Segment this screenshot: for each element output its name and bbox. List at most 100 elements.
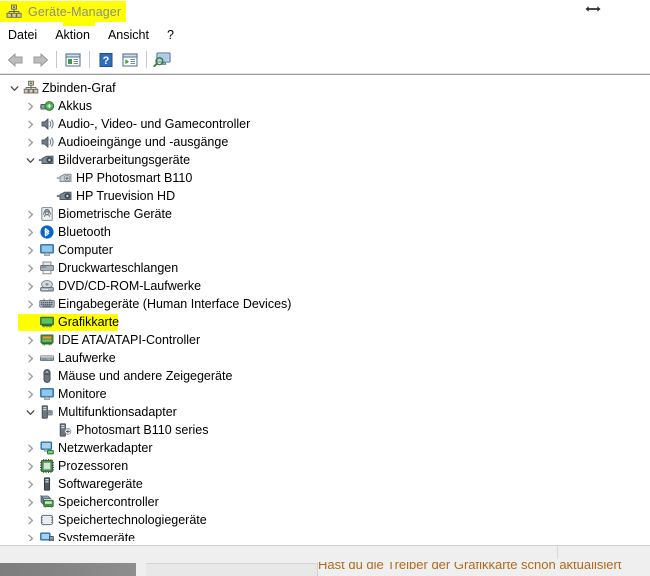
tree-row-monitors[interactable]: Monitore	[0, 385, 650, 403]
menu-help[interactable]: ?	[167, 28, 183, 42]
horizontal-resize-cursor	[584, 1, 602, 17]
ide-controller-icon	[38, 332, 55, 348]
forward-arrow-icon[interactable]	[28, 48, 52, 72]
tree-label: Eingabegeräte (Human Interface Devices)	[58, 297, 292, 311]
display-adapter-icon	[38, 314, 55, 330]
tree-label: Photosmart B110 series	[76, 423, 209, 437]
tree-label: Akkus	[58, 99, 93, 113]
camera-device-icon	[56, 170, 73, 186]
chevron-right-icon[interactable]	[22, 241, 38, 259]
chevron-right-icon[interactable]	[22, 529, 38, 541]
multifunction-device-icon	[56, 422, 73, 438]
chevron-right-icon[interactable]	[22, 475, 38, 493]
menu-ansicht[interactable]: Ansicht	[108, 28, 158, 42]
tree-row-network-adapters[interactable]: Netzwerkadapter	[0, 439, 650, 457]
tree-row-hid-devices[interactable]: Eingabegeräte (Human Interface Devices)	[0, 295, 650, 313]
disk-drive-icon	[38, 350, 55, 366]
tree-row-storage-tech-devices[interactable]: Speichertechnologiegeräte	[0, 511, 650, 529]
svg-text:?: ?	[103, 55, 110, 67]
tree-row-audio-in-out[interactable]: Audioeingänge und -ausgänge	[0, 133, 650, 151]
chevron-right-icon[interactable]	[22, 385, 38, 403]
chevron-right-icon[interactable]	[22, 259, 38, 277]
printer-icon	[38, 260, 55, 276]
chevron-right-icon[interactable]	[22, 295, 38, 313]
tree-row-hp-truevision-hd[interactable]: HP Truevision HD	[0, 187, 650, 205]
tree-label: Grafikkarte	[58, 315, 120, 329]
tree-label: Netzwerkadapter	[58, 441, 153, 455]
camera-icon	[56, 188, 73, 204]
chevron-right-icon[interactable]	[22, 511, 38, 529]
multifunction-icon	[38, 404, 55, 420]
chevron-right-icon[interactable]	[22, 277, 38, 295]
tree-row-multifunction-adapters[interactable]: Multifunktionsadapter	[0, 403, 650, 421]
tree-label: Speichercontroller	[58, 495, 159, 509]
tree-label: Audio-, Video- und Gamecontroller	[58, 117, 251, 131]
chevron-down-icon[interactable]	[6, 79, 22, 97]
processor-icon	[38, 458, 55, 474]
tree-row-akkus[interactable]: Akkus	[0, 97, 650, 115]
bottom-vertical-divider	[557, 545, 558, 559]
tree-label: HP Photosmart B110	[76, 171, 193, 185]
tree-row-computer[interactable]: Computer	[0, 241, 650, 259]
tree-row-bluetooth[interactable]: Bluetooth	[0, 223, 650, 241]
mouse-icon	[38, 368, 55, 384]
tree-row-disk-drives[interactable]: Laufwerke	[0, 349, 650, 367]
tree-row-software-devices[interactable]: Softwaregeräte	[0, 475, 650, 493]
tree-label: Druckwarteschlangen	[58, 261, 179, 275]
tree-label: IDE ATA/ATAPI-Controller	[58, 333, 201, 347]
chevron-right-icon[interactable]	[22, 331, 38, 349]
tree-label: Monitore	[58, 387, 107, 401]
tree-row-imaging-devices[interactable]: Bildverarbeitungsgeräte	[0, 151, 650, 169]
chevron-right-icon[interactable]	[22, 493, 38, 511]
tree-label: Bildverarbeitungsgeräte	[58, 153, 191, 167]
tree-label: Audioeingänge und -ausgänge	[58, 135, 229, 149]
storage-controller-icon	[38, 494, 55, 510]
tree-row-grafikkarte[interactable]: Grafikkarte	[0, 313, 650, 331]
scan-hardware-icon[interactable]	[151, 48, 175, 72]
fingerprint-icon	[38, 206, 55, 222]
menubar: Datei Aktion Ansicht ?	[0, 22, 650, 46]
menu-datei[interactable]: Datei	[8, 28, 46, 42]
menu-aktion[interactable]: Aktion	[55, 28, 99, 42]
software-device-icon	[38, 476, 55, 492]
chevron-right-icon[interactable]	[22, 205, 38, 223]
chevron-right-icon[interactable]	[22, 97, 38, 115]
battery-icon	[38, 98, 55, 114]
tree-row-mice-pointing[interactable]: Mäuse und andere Zeigegeräte	[0, 367, 650, 385]
chevron-right-icon[interactable]	[22, 349, 38, 367]
device-manager-icon	[6, 4, 22, 20]
chevron-right-icon[interactable]	[22, 439, 38, 457]
chevron-right-icon[interactable]	[22, 367, 38, 385]
window-titlebar: Geräte-Manager	[0, 0, 650, 24]
background-window-text-label: Hast du die Treiber der Grafikkarte scho…	[318, 562, 622, 572]
tree-row-system-devices[interactable]: Systemgeräte	[0, 529, 650, 541]
tree-row-dvd-cdrom-drives[interactable]: DVD/CD-ROM-Laufwerke	[0, 277, 650, 295]
chevron-right-icon[interactable]	[22, 223, 38, 241]
tree-row-processors[interactable]: Prozessoren	[0, 457, 650, 475]
tree-label: Softwaregeräte	[58, 477, 143, 491]
tree-row-biometric-devices[interactable]: Biometrische Geräte	[0, 205, 650, 223]
camera-icon	[38, 152, 55, 168]
tree-row-zbinden-graf[interactable]: Zbinden-Graf	[0, 79, 650, 97]
chevron-right-icon[interactable]	[22, 115, 38, 133]
tree-label: DVD/CD-ROM-Laufwerke	[58, 279, 202, 293]
chevron-down-icon[interactable]	[22, 151, 38, 169]
toolbar-separator	[56, 51, 57, 68]
device-tree[interactable]: Zbinden-Graf Akkus Audio-, Video- und Ga…	[0, 75, 650, 541]
tree-row-audio-video-game[interactable]: Audio-, Video- und Gamecontroller	[0, 115, 650, 133]
help-icon[interactable]: ?	[94, 48, 118, 72]
tree-row-print-queues[interactable]: Druckwarteschlangen	[0, 259, 650, 277]
chevron-down-icon[interactable]	[22, 403, 38, 421]
chevron-right-icon[interactable]	[22, 457, 38, 475]
properties-icon[interactable]	[61, 48, 85, 72]
update-driver-icon[interactable]	[118, 48, 142, 72]
speaker-icon	[38, 116, 55, 132]
tree-row-photosmart-b110-series[interactable]: Photosmart B110 series	[0, 421, 650, 439]
tree-row-storage-controllers[interactable]: Speichercontroller	[0, 493, 650, 511]
tree-row-ide-ata-atapi[interactable]: IDE ATA/ATAPI-Controller	[0, 331, 650, 349]
tree-row-hp-photosmart-b110[interactable]: HP Photosmart B110	[0, 169, 650, 187]
back-arrow-icon[interactable]	[4, 48, 28, 72]
chevron-right-icon[interactable]	[22, 133, 38, 151]
bottom-separator	[0, 545, 650, 546]
toolbar-separator	[89, 51, 90, 68]
